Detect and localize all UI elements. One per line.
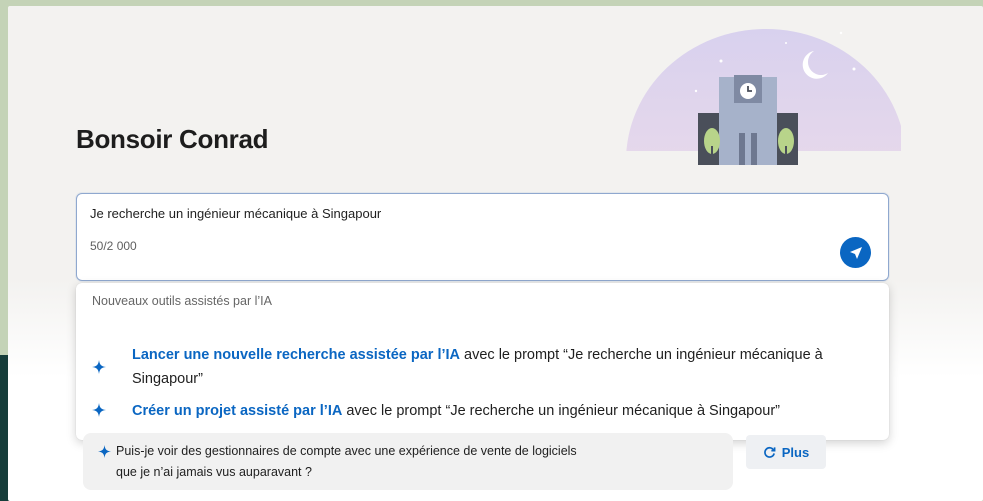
suggestion-text: Puis-je voir des gestionnaires de compte… xyxy=(116,441,716,483)
main-panel: Bonsoir Conrad Je recherche un ingénieur… xyxy=(8,6,983,501)
refresh-icon xyxy=(763,446,776,458)
option-ai-search-link[interactable]: Lancer une nouvelle recherche assistée p… xyxy=(132,347,460,363)
more-label: Plus xyxy=(781,444,810,460)
send-icon xyxy=(849,246,862,259)
option-ai-search-text: Lancer une nouvelle recherche assistée p… xyxy=(132,343,852,391)
night-building-illustration xyxy=(626,29,901,165)
prompt-input[interactable]: Je recherche un ingénieur mécanique à Si… xyxy=(76,193,889,281)
dropdown-header: Nouveaux outils assistés par l’IA xyxy=(92,294,272,308)
send-button[interactable] xyxy=(840,237,871,268)
suggestion-chip[interactable]: Puis-je voir des gestionnaires de compte… xyxy=(83,433,733,490)
option-ai-project-text: Créer un projet assisté par l’IA avec le… xyxy=(132,399,852,423)
suggestion-line-2: que je n’ai jamais vus auparavant ? xyxy=(116,465,312,479)
spark-icon xyxy=(98,445,111,458)
ai-tools-dropdown: Nouveaux outils assistés par l’IA Lancer… xyxy=(76,283,889,440)
more-button[interactable]: Plus xyxy=(746,435,826,469)
spark-icon xyxy=(92,360,106,374)
option-ai-project-suffix: avec le prompt “Je recherche un ingénieu… xyxy=(342,403,780,419)
spark-icon xyxy=(92,403,106,417)
option-ai-project-link[interactable]: Créer un projet assisté par l’IA xyxy=(132,403,342,419)
option-ai-search[interactable]: Lancer une nouvelle recherche assistée p… xyxy=(76,343,889,391)
suggestion-line-1: Puis-je voir des gestionnaires de compte… xyxy=(116,444,577,458)
prompt-value[interactable]: Je recherche un ingénieur mécanique à Si… xyxy=(90,206,381,221)
character-counter: 50/2 000 xyxy=(90,239,137,253)
greeting-title: Bonsoir Conrad xyxy=(76,124,269,154)
option-ai-project[interactable]: Créer un projet assisté par l’IA avec le… xyxy=(76,399,889,425)
